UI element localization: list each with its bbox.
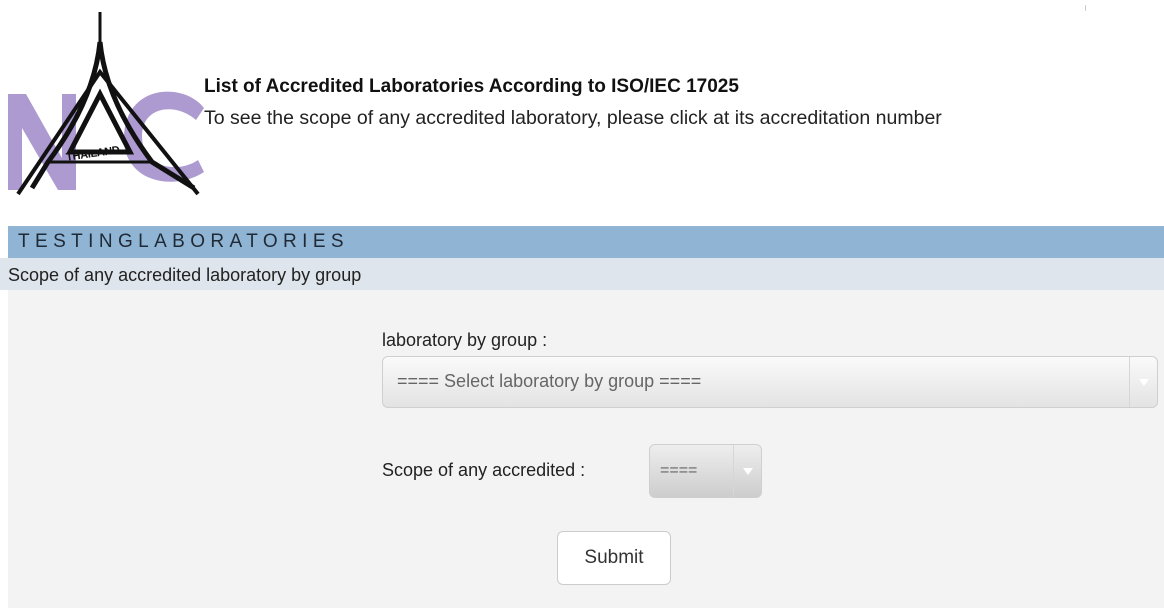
scope-field-label: Scope of any accredited :: [382, 460, 586, 480]
laboratory-group-select-value: ==== Select laboratory by group ====: [397, 371, 702, 391]
section-title: TESTINGLABORATORIES: [18, 231, 349, 252]
group-field-label: laboratory by group :: [382, 330, 548, 350]
scope-select-value: ====: [660, 462, 698, 479]
scope-select[interactable]: ====: [649, 444, 762, 498]
section-subtitle: Scope of any accredited laboratory by gr…: [8, 265, 362, 285]
section-subheader-bar: Scope of any accredited laboratory by gr…: [0, 258, 1164, 290]
logo-graphic: [8, 12, 204, 196]
page: THAILAND List of Accredited Laboratories…: [0, 0, 1164, 608]
chevron-down-icon[interactable]: [1129, 357, 1157, 407]
chevron-down-icon[interactable]: [733, 445, 761, 497]
search-form: laboratory by group : ==== Select labora…: [8, 290, 1164, 608]
page-title: List of Accredited Laboratories Accordin…: [204, 76, 739, 97]
section-header-bar: TESTINGLABORATORIES: [8, 226, 1164, 258]
page-subtitle: To see the scope of any accredited labor…: [204, 107, 942, 129]
submit-button[interactable]: Submit: [557, 531, 671, 585]
header: THAILAND List of Accredited Laboratories…: [0, 0, 1164, 200]
laboratory-group-select[interactable]: ==== Select laboratory by group ====: [382, 356, 1158, 408]
nac-thailand-logo: THAILAND: [8, 12, 208, 196]
